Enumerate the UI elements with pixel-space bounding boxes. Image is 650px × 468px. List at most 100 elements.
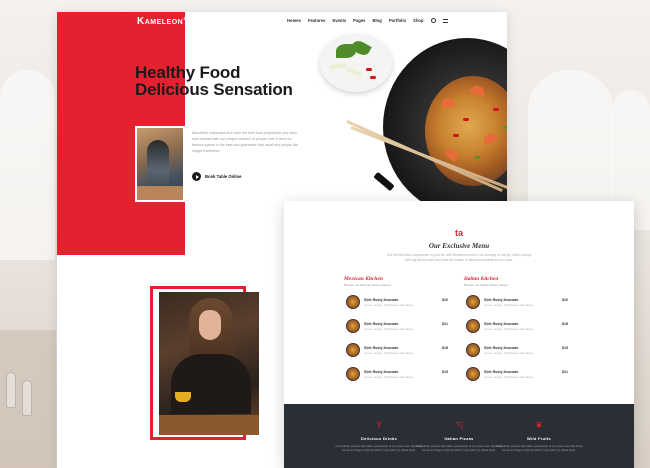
dish-price: $18 [442, 346, 448, 350]
column-title: Mexican Kitchen [344, 276, 383, 282]
dish-description: Lemon, Ginger, Chili pepper with sauce [484, 351, 533, 355]
wok-handle [373, 171, 395, 192]
nav-item-pages[interactable]: Pages [353, 18, 365, 23]
nav-item-events[interactable]: Events [332, 18, 346, 23]
features-band: Y Delicious Drinks A wonderful serenity … [284, 404, 634, 468]
play-icon [192, 172, 201, 181]
menu-item[interactable]: Side Rosty Avocado Lemon, Ginger, Chili … [464, 317, 574, 339]
pizza-icon: ◹ [455, 420, 463, 430]
herb [475, 156, 480, 159]
menu-item[interactable]: Side Rosty Avocado Lemon, Ginger, Chili … [344, 365, 454, 387]
vegetable-bowl-image [320, 34, 392, 92]
spring-onion [329, 62, 347, 70]
photo-table [159, 415, 259, 435]
dish-description: Lemon, Ginger, Chili pepper with sauce [364, 303, 413, 307]
dish-thumbnail [346, 295, 360, 309]
menu-logo-icon: ta [455, 228, 464, 238]
nav-item-portfolio[interactable]: Portfolio [389, 18, 406, 23]
dish-name: Side Rosty Avocado [364, 322, 399, 326]
feature-text: A wonderful serenity has taken possessio… [335, 444, 423, 452]
hero-title-line2: Delicious Sensation [135, 80, 293, 99]
photo-cup [175, 392, 191, 402]
search-icon[interactable] [430, 18, 436, 23]
photo-body [171, 354, 251, 414]
background-wine-glass [22, 380, 32, 416]
menu-item[interactable]: Side Rosty Avocado Lemon, Ginger, Chili … [344, 293, 454, 315]
column-subtitle: Browse our Italian kitchen dishes [464, 283, 508, 287]
photo-table [137, 186, 183, 200]
book-table-button[interactable]: Book Table Online [192, 172, 241, 181]
menu-subtitle: Get the best food experience in your lif… [386, 253, 532, 262]
nav-item-features[interactable]: Features [308, 18, 325, 23]
feature-delicious-drinks: Y Delicious Drinks A wonderful serenity … [334, 420, 424, 452]
dish-price: $18 [562, 322, 568, 326]
dish-price: $16 [442, 298, 448, 302]
dish-thumbnail [466, 295, 480, 309]
feature-text: A wonderful serenity has taken possessio… [495, 444, 583, 452]
leaf-icon: ❦ [535, 420, 543, 430]
logo-k: K [137, 16, 145, 27]
dish-description: Lemon, Ginger, Chili pepper with sauce [484, 303, 533, 307]
photo-person [147, 140, 169, 190]
logo-text: AMELEON [144, 19, 184, 26]
feature-wild-fruits: ❦ Wild Fruits A wonderful serenity has t… [494, 420, 584, 452]
dish-name: Side Rosty Avocado [484, 298, 519, 302]
dish-name: Side Rosty Avocado [484, 370, 519, 374]
background-wine-glass [6, 372, 16, 408]
nav-item-homes[interactable]: Homes [287, 18, 301, 23]
dish-thumbnail [346, 367, 360, 381]
menu-title: Our Exclusive Menu [428, 242, 490, 250]
menu-column-italian: Italian Kitchen Browse our Italian kitch… [464, 276, 574, 387]
chili [366, 68, 372, 71]
shrimp [441, 98, 455, 107]
hero-family-photo [135, 126, 185, 202]
woman-eating-photo [159, 292, 259, 435]
column-title: Italian Kitchen [464, 276, 499, 282]
photo-face [199, 310, 221, 340]
feature-text: A wonderful serenity has taken possessio… [415, 444, 503, 452]
dish-name: Side Rosty Avocado [364, 370, 399, 374]
dish-name: Side Rosty Avocado [364, 346, 399, 350]
dish-price: $15 [562, 346, 568, 350]
feature-title: Delicious Drinks [360, 436, 398, 441]
menu-item[interactable]: Side Rosty Avocado Lemon, Ginger, Chili … [344, 317, 454, 339]
chili [463, 118, 469, 121]
menu-item[interactable]: Side Rosty Avocado Lemon, Ginger, Chili … [464, 293, 574, 315]
wok-noodles-image [383, 38, 507, 216]
dish-thumbnail [346, 343, 360, 357]
dish-description: Lemon, Ginger, Chili pepper with sauce [484, 327, 533, 331]
chili [493, 108, 499, 111]
exclusive-menu-card: ta Our Exclusive Menu Get the best food … [284, 201, 634, 468]
nav-item-blog[interactable]: Blog [373, 18, 382, 23]
chili [370, 76, 376, 79]
logo-sup: + [183, 16, 187, 23]
menu-item[interactable]: Side Rosty Avocado Lemon, Ginger, Chili … [464, 365, 574, 387]
cocktail-icon: Y [375, 420, 382, 430]
book-table-label: Book Table Online [205, 174, 242, 179]
hero-title: Healthy Food Delicious Sensation [135, 64, 293, 98]
dish-thumbnail [466, 367, 480, 381]
dish-thumbnail [346, 319, 360, 333]
dish-description: Lemon, Ginger, Chili pepper with sauce [364, 351, 413, 355]
feature-italian-pizzas: ◹ Italian Pizzas A wonderful serenity ha… [414, 420, 504, 452]
hero-title-line1: Healthy Food [135, 63, 241, 82]
hamburger-menu-icon[interactable] [442, 18, 448, 23]
dish-thumbnail [466, 343, 480, 357]
dish-description: Lemon, Ginger, Chili pepper with sauce [364, 327, 413, 331]
dish-name: Side Rosty Avocado [364, 298, 399, 302]
menu-item[interactable]: Side Rosty Avocado Lemon, Ginger, Chili … [464, 341, 574, 363]
hero-description: Kameleon restaurant and have the best fo… [192, 131, 299, 153]
nav-item-shop[interactable]: Shop [413, 18, 423, 23]
menu-item[interactable]: Side Rosty Avocado Lemon, Ginger, Chili … [344, 341, 454, 363]
herb [503, 126, 507, 129]
dish-thumbnail [466, 319, 480, 333]
dish-price: $15 [442, 370, 448, 374]
brand-logo[interactable]: KAMELEON+ [137, 16, 187, 27]
dish-description: Lemon, Ginger, Chili pepper with sauce [364, 375, 413, 379]
menu-column-mexican: Mexican Kitchen Browse our Mexican kitch… [344, 276, 454, 387]
dish-price: $21 [562, 370, 568, 374]
column-subtitle: Browse our Mexican kitchen dishes [344, 283, 392, 287]
dish-name: Side Rosty Avocado [484, 346, 519, 350]
dish-price: $21 [442, 322, 448, 326]
main-nav: Homes Features Events Pages Blog Portfol… [287, 18, 448, 23]
